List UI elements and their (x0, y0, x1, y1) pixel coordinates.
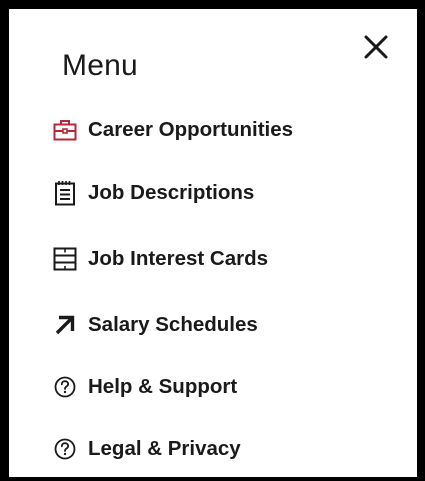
menu-item-legal-privacy[interactable]: Legal & Privacy (53, 429, 241, 469)
menu-item-career-opportunities[interactable]: Career Opportunities (53, 110, 293, 150)
menu-item-label: Job Descriptions (88, 181, 255, 204)
menu-item-salary-schedules[interactable]: Salary Schedules (53, 305, 258, 345)
arrow-up-right-icon (53, 313, 77, 337)
question-circle-icon (53, 375, 77, 399)
menu-item-job-interest-cards[interactable]: Job Interest Cards (53, 239, 268, 279)
menu-item-label: Legal & Privacy (88, 437, 241, 460)
briefcase-icon (53, 118, 77, 142)
menu-title: Menu (62, 49, 138, 82)
menu-item-label: Career Opportunities (88, 118, 294, 141)
notepad-icon (53, 181, 77, 206)
close-icon[interactable] (363, 34, 389, 60)
menu-item-help-support[interactable]: Help & Support (53, 367, 237, 407)
question-circle-icon (53, 437, 77, 461)
menu-item-label: Salary Schedules (88, 313, 258, 336)
close-button[interactable] (361, 32, 391, 62)
menu-panel: Menu Career Opportunities Job Descriptio… (0, 0, 425, 481)
menu-item-label: Job Interest Cards (88, 247, 268, 270)
menu-item-label: Help & Support (88, 375, 238, 398)
card-list-icon (53, 247, 77, 271)
menu-item-job-descriptions[interactable]: Job Descriptions (53, 173, 254, 213)
